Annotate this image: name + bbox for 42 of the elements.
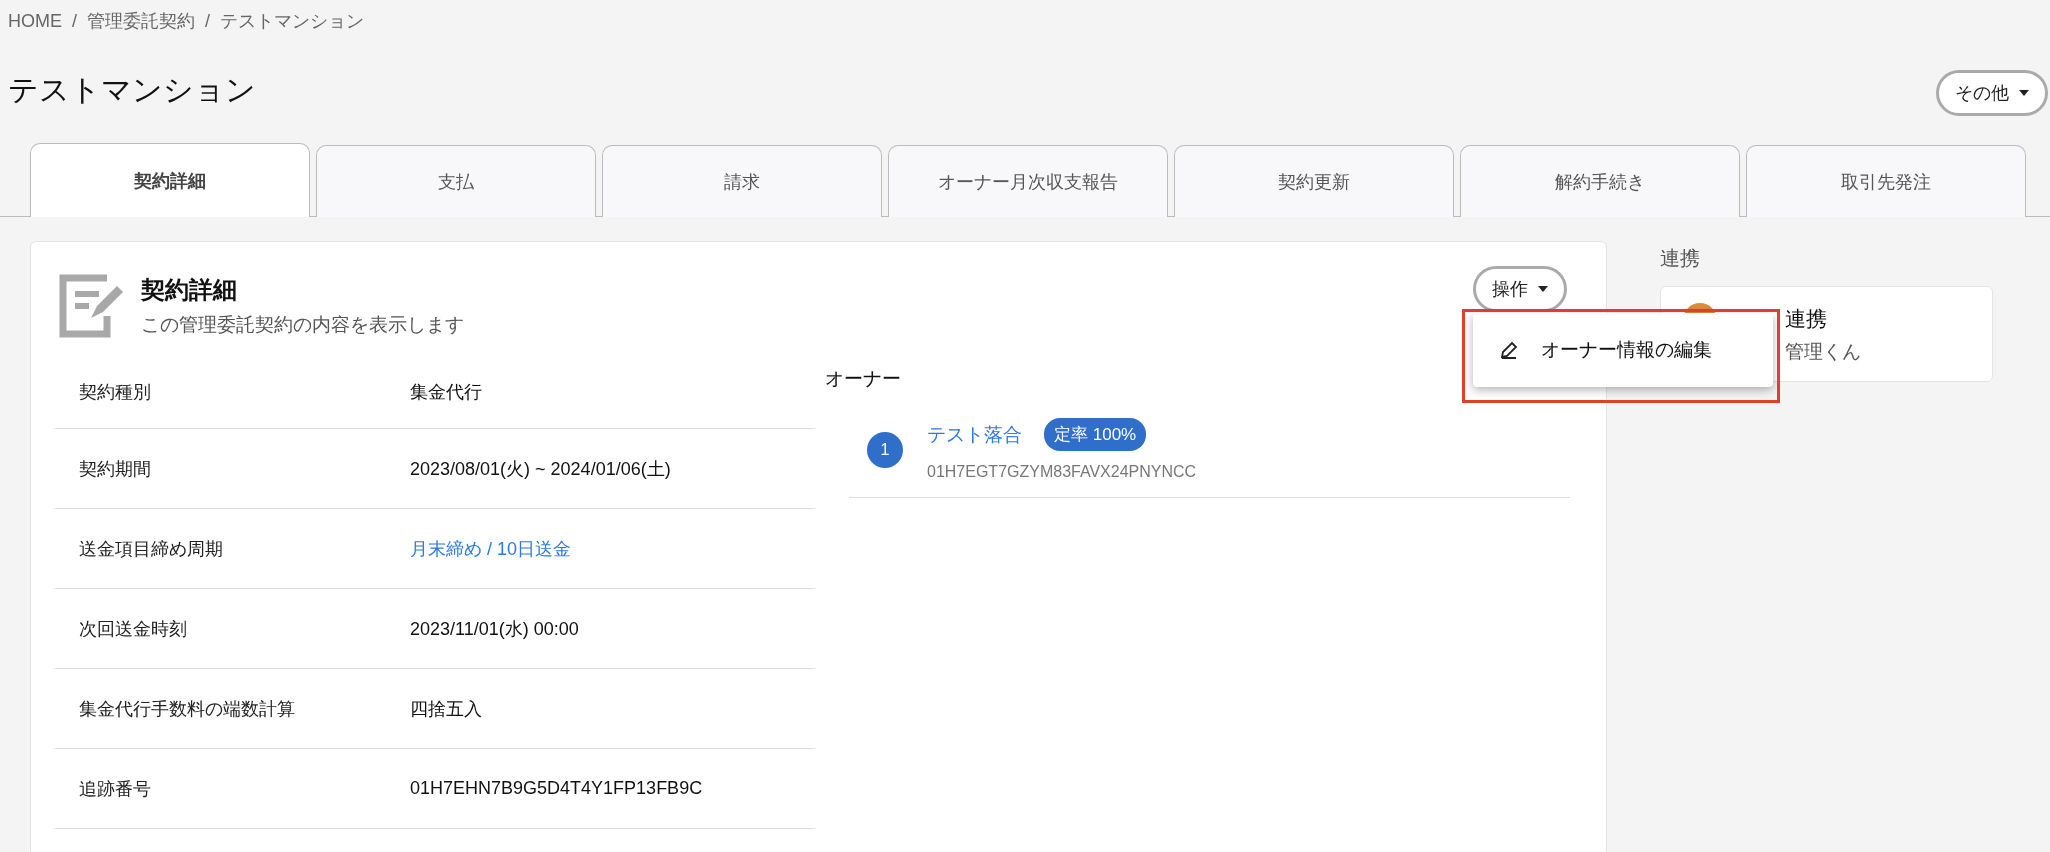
integration-subtitle: 管理くん [1785,340,1861,364]
tab[interactable]: 契約更新 [1174,145,1454,217]
field-value: 01H7EHN7B9G5D4T4Y1FP13FB9C [410,778,703,799]
breadcrumb-separator: / [205,10,211,32]
field-value-link[interactable]: 月末締め / 10日送金 [410,536,572,561]
field-value: 四捨五入 [410,697,482,721]
pencil-icon [1499,340,1519,360]
field-label: 次回送金時刻 [78,617,188,641]
other-dropdown-button[interactable]: その他 [1936,70,2048,116]
tab[interactable]: 解約手続き [1460,145,1740,217]
card-title: 契約詳細 [141,275,238,305]
page-title: テストマンション [8,72,256,108]
field-label: 契約種別 [78,381,152,404]
field-label: 契約期間 [78,457,152,481]
integration-heading: 連携 [1660,246,1701,271]
card-subtitle: この管理委託契約の内容を表示します [141,313,464,337]
rate-badge: 定率 100% [1044,418,1147,451]
tab[interactable]: 支払 [316,145,596,217]
field-value: 2023/11/01(水) 00:00 [410,617,579,641]
breadcrumb-link[interactable]: テストマンション [220,9,365,33]
field-value: 集金代行 [410,381,482,404]
breadcrumb-separator: / [72,10,77,32]
field-label: 送金項目締め周期 [78,537,224,561]
menu-item[interactable]: オーナー情報の編集 [1473,321,1773,379]
owner-heading: オーナー [825,367,902,391]
caret-icon [1538,286,1548,292]
tab[interactable]: 契約詳細 [30,143,310,217]
tab[interactable]: 請求 [602,145,882,217]
breadcrumb-link[interactable]: 管理委託契約 [87,9,195,33]
caret-icon [2019,90,2029,96]
owner-name-link[interactable]: テスト落合 [927,421,1022,448]
action-dropdown-button[interactable]: 操作 [1473,266,1567,312]
owner-number: 1 [867,431,903,468]
document-edit-icon [59,272,125,338]
integration-title: 連携 [1785,306,1827,332]
owner-id: 01H7EGT7GZYM83FAVX24PNYNCC [927,463,1197,481]
tab[interactable]: オーナー月次収支報告 [888,145,1168,217]
field-label: 追跡番号 [78,777,152,801]
breadcrumb-link[interactable]: HOME [8,10,62,32]
field-label: 集金代行手数料の端数計算 [78,697,296,721]
field-value: 2023/08/01(火) ~ 2024/01/06(土) [410,457,671,481]
tab[interactable]: 取引先発注 [1746,145,2026,217]
